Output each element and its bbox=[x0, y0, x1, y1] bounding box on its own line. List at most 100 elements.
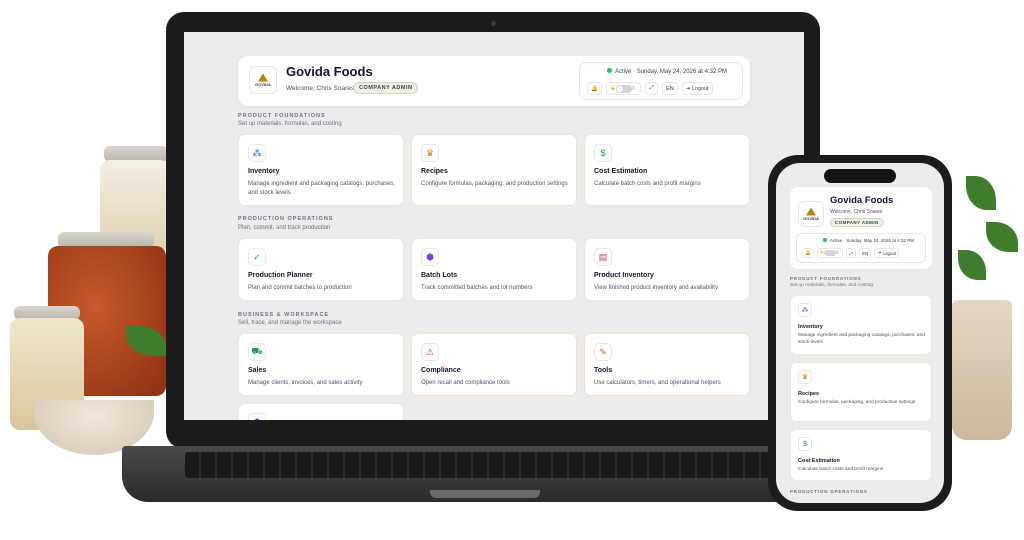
plant-pot bbox=[952, 300, 1012, 440]
status-line: Active · Sunday, May 24, 2026 at 4:32 PM bbox=[607, 68, 727, 75]
logout-label: Logout bbox=[691, 85, 709, 92]
datetime-text: Sunday, May 24, 2026 at 4:32 PM bbox=[636, 69, 727, 75]
cube-icon: ⬢ bbox=[421, 248, 439, 266]
plant-leaf-2 bbox=[986, 222, 1018, 252]
card-title: Inventory bbox=[798, 324, 823, 330]
company-name: Govida Foods bbox=[830, 195, 894, 206]
dollar-icon: $ bbox=[594, 144, 612, 162]
logo-text: GOVIDA bbox=[803, 215, 819, 221]
language-button[interactable]: EN bbox=[662, 82, 678, 95]
card-desc: View finished product inventory and avai… bbox=[594, 285, 718, 291]
section-title-production-operations: PRODUCTION OPERATIONS bbox=[790, 489, 868, 494]
status-text: Active bbox=[615, 69, 632, 75]
cart-icon: ⛟ bbox=[248, 343, 266, 361]
card-inventory[interactable]: ⁂ Inventory Manage ingredient and packag… bbox=[790, 295, 932, 355]
laptop-camera bbox=[491, 21, 496, 26]
section-title-product-foundations: PRODUCT FOUNDATIONS bbox=[238, 113, 326, 119]
card-partial[interactable]: ⬟ bbox=[238, 403, 404, 420]
theme-toggle[interactable]: ☀ ☾ bbox=[605, 82, 642, 95]
logout-label: Logout bbox=[882, 250, 897, 256]
logo-mark-icon bbox=[258, 73, 268, 82]
card-compliance[interactable]: ⚠ Compliance Open recall and compliance … bbox=[411, 333, 577, 396]
card-title: Recipes bbox=[421, 168, 448, 175]
laptop-screen: GOVIDA Govida Foods Welcome, Chris Soare… bbox=[184, 32, 804, 420]
section-title-product-foundations: PRODUCT FOUNDATIONS bbox=[790, 276, 862, 281]
section-title-production-operations: PRODUCTION OPERATIONS bbox=[238, 216, 334, 222]
card-desc: Manage ingredient and packaging catalogs… bbox=[248, 181, 396, 196]
card-title: Batch Lots bbox=[421, 272, 458, 279]
expand-icon[interactable]: ⤢ bbox=[846, 248, 857, 258]
card-title: Recipes bbox=[798, 391, 820, 397]
alert-triangle-icon: ⚠ bbox=[421, 343, 439, 361]
toggle-switch bbox=[824, 250, 837, 256]
header-controls: 🔔 ☀ ☾ ⤢ EN ⇥ Logout bbox=[587, 82, 713, 95]
card-title: Inventory bbox=[248, 168, 280, 175]
card-batch-lots[interactable]: ⬢ Batch Lots Track committed batches and… bbox=[411, 238, 577, 301]
card-recipes[interactable]: ♛ Recipes Configure formulas, packaging,… bbox=[790, 362, 932, 422]
datetime-text: Sunday, May 24, 2026 at 4:32 PM bbox=[846, 238, 914, 243]
section-subtitle-business-workspace: Sell, trace, and manage the workspace bbox=[238, 320, 342, 326]
card-recipes[interactable]: ♛ Recipes Configure formulas, packaging,… bbox=[411, 134, 577, 206]
card-desc: Manage ingredient and packaging catalogs… bbox=[798, 333, 925, 345]
section-subtitle-production-operations: Plan, commit, and track production bbox=[238, 225, 331, 231]
phone-screen: GOVIDA Govida Foods Welcome, Chris Soare… bbox=[776, 163, 944, 503]
expand-icon[interactable]: ⤢ bbox=[645, 82, 659, 95]
boxes-icon: ⁂ bbox=[248, 144, 266, 162]
welcome-text: Welcome, Chris Soares bbox=[286, 85, 355, 92]
card-desc: Calculate batch costs and profit margins bbox=[798, 467, 884, 472]
status-box: Active · Sunday, May 24, 2026 at 4:32 PM… bbox=[579, 62, 743, 100]
card-product-inventory[interactable]: ▤ Product Inventory View finished produc… bbox=[584, 238, 750, 301]
language-button[interactable]: EN bbox=[859, 248, 872, 258]
card-title: Production Planner bbox=[248, 272, 313, 279]
chef-hat-icon: ♛ bbox=[798, 370, 812, 384]
boxes-icon: ⁂ bbox=[798, 303, 812, 317]
header-controls: 🔔 ☀ ☾ ⤢ EN ⇥ Logout bbox=[802, 248, 900, 258]
check-circle-icon: ✓ bbox=[248, 248, 266, 266]
card-title: Cost Estimation bbox=[798, 458, 840, 464]
toggle-switch bbox=[616, 84, 633, 93]
dollar-icon: $ bbox=[798, 437, 812, 451]
laptop-keyboard bbox=[185, 452, 805, 478]
dynamic-island bbox=[824, 169, 896, 183]
archive-icon: ▤ bbox=[594, 248, 612, 266]
card-desc: Use calculators, timers, and operational… bbox=[594, 380, 721, 386]
card-title: Tools bbox=[594, 367, 613, 374]
section-subtitle-product-foundations: Set up materials, formulas, and costing bbox=[790, 283, 873, 288]
status-line: Active · Sunday, May 24, 2026 at 4:32 PM bbox=[823, 238, 914, 243]
logout-button[interactable]: ⇥ Logout bbox=[681, 82, 713, 95]
card-production-planner[interactable]: ✓ Production Planner Plan and commit bat… bbox=[238, 238, 404, 301]
logout-button[interactable]: ⇥ Logout bbox=[874, 248, 900, 258]
logo-mark-icon bbox=[806, 207, 816, 216]
company-logo: GOVIDA bbox=[249, 66, 277, 94]
status-box: Active · Sunday, May 24, 2026 at 4:32 PM… bbox=[796, 233, 926, 263]
chef-hat-icon: ♛ bbox=[421, 144, 439, 162]
moon-icon: ☾ bbox=[632, 85, 638, 92]
status-text: Active bbox=[830, 238, 843, 243]
card-cost-estimation[interactable]: $ Cost Estimation Calculate batch costs … bbox=[790, 429, 932, 481]
phone-header-card: GOVIDA Govida Foods Welcome, Chris Soare… bbox=[790, 187, 932, 269]
bell-icon[interactable]: 🔔 bbox=[587, 82, 602, 95]
card-desc: Configure formulas, packaging, and produ… bbox=[421, 181, 568, 187]
card-title: Product Inventory bbox=[594, 272, 654, 279]
card-cost-estimation[interactable]: $ Cost Estimation Calculate batch costs … bbox=[584, 134, 750, 206]
theme-toggle[interactable]: ☀ ☾ bbox=[816, 248, 844, 258]
status-dot-icon bbox=[823, 238, 827, 242]
card-tools[interactable]: ✎ Tools Use calculators, timers, and ope… bbox=[584, 333, 750, 396]
status-dot-icon bbox=[607, 68, 612, 73]
card-desc: Track committed batches and lot numbers bbox=[421, 285, 533, 291]
company-logo: GOVIDA bbox=[798, 201, 824, 227]
plant-leaf-3 bbox=[958, 250, 986, 280]
bell-icon[interactable]: 🔔 bbox=[802, 248, 814, 258]
card-desc: Open recall and compliance tools bbox=[421, 380, 510, 386]
card-desc: Configure formulas, packaging, and produ… bbox=[798, 400, 916, 405]
role-badge: COMPANY ADMIN bbox=[830, 218, 884, 227]
card-desc: Calculate batch costs and profit margins bbox=[594, 181, 701, 187]
plant-leaf-1 bbox=[966, 176, 996, 210]
wrench-icon: ✎ bbox=[594, 343, 612, 361]
card-inventory[interactable]: ⁂ Inventory Manage ingredient and packag… bbox=[238, 134, 404, 206]
moon-icon: ☾ bbox=[836, 250, 841, 255]
header-card: GOVIDA Govida Foods Welcome, Chris Soare… bbox=[238, 56, 750, 106]
card-sales[interactable]: ⛟ Sales Manage clients, invoices, and sa… bbox=[238, 333, 404, 396]
section-subtitle-product-foundations: Set up materials, formulas, and costing bbox=[238, 121, 342, 127]
welcome-text: Welcome, Chris Soares bbox=[830, 209, 883, 215]
